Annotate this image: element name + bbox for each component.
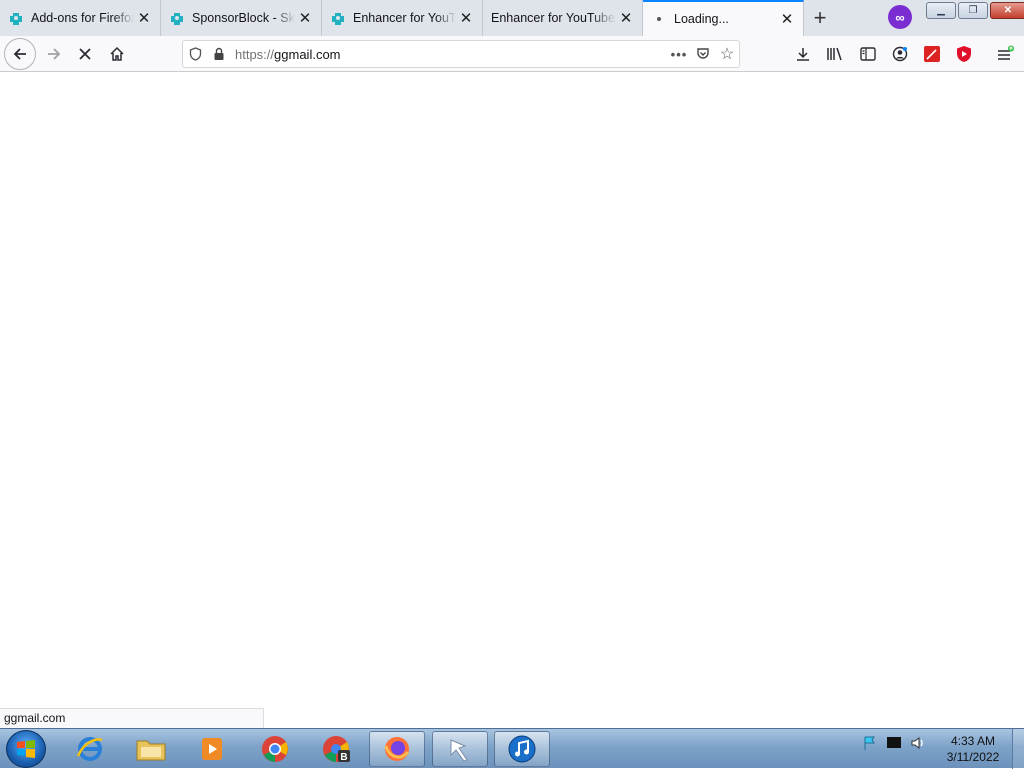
folder-icon <box>136 740 166 761</box>
clock-date: 3/11/2022 <box>946 750 1000 764</box>
home-button[interactable] <box>103 40 131 68</box>
start-button[interactable] <box>6 730 46 768</box>
home-icon <box>110 46 124 61</box>
internet-explorer-icon <box>76 737 103 761</box>
tab-title: SponsorBlock - Skip <box>192 11 295 25</box>
hamburger-menu-icon <box>998 45 1014 60</box>
red-pen-extension-icon <box>924 46 940 62</box>
tab-enhancer-1[interactable]: Enhancer for YouTube ✕ <box>322 0 483 36</box>
pocket-icon[interactable] <box>691 42 715 66</box>
page-content <box>0 73 1024 728</box>
taskbar-explorer[interactable] <box>123 731 179 767</box>
stop-button[interactable] <box>71 40 99 68</box>
back-arrow-icon <box>13 48 26 60</box>
close-tab-icon[interactable]: ✕ <box>456 8 476 28</box>
tab-title: Enhancer for YouTube™ <box>491 11 616 25</box>
taskbar-app-pin[interactable] <box>432 731 488 767</box>
taskbar-clock[interactable]: 4:33 AM 3/11/2022 <box>940 733 1006 765</box>
new-tab-button[interactable]: + <box>806 4 834 32</box>
taskbar: B 4:33 AM 3/11/2022 <box>0 728 1024 769</box>
tab-sponsorblock[interactable]: SponsorBlock - Skip ✕ <box>161 0 322 36</box>
forward-button[interactable] <box>40 40 68 68</box>
library-button[interactable] <box>821 40 849 68</box>
status-panel: ggmail.com <box>0 708 264 728</box>
window-controls: ▁ ❐ ✕ <box>926 2 1024 19</box>
sidebar-button[interactable] <box>854 40 882 68</box>
tab-title: Add-ons for Firefox <box>31 11 134 25</box>
tab-enhancer-2[interactable]: Enhancer for YouTube™ ✕ <box>483 0 643 36</box>
close-tab-icon[interactable]: ✕ <box>134 8 154 28</box>
maximize-button[interactable]: ❐ <box>958 2 988 19</box>
close-tab-icon[interactable]: ✕ <box>777 9 797 29</box>
windows-logo-icon <box>17 740 35 758</box>
tab-title: Loading... <box>674 12 729 26</box>
close-tab-icon[interactable]: ✕ <box>616 8 636 28</box>
library-icon <box>827 47 842 61</box>
show-desktop-button[interactable] <box>1012 729 1024 769</box>
navigation-toolbar: https://ggmail.com ••• ☆ <box>0 36 1024 72</box>
close-tab-icon[interactable]: ✕ <box>295 8 315 28</box>
private-browsing-icon: ∞ <box>888 5 912 29</box>
svg-text:B: B <box>340 752 347 763</box>
taskbar-firefox[interactable] <box>369 731 425 767</box>
taskbar-itunes[interactable] <box>494 731 550 767</box>
chrome-icon <box>262 736 288 762</box>
puzzle-icon <box>169 10 185 26</box>
account-icon <box>892 46 908 62</box>
clock-time: 4:33 AM <box>950 734 996 748</box>
puzzle-icon <box>330 10 346 26</box>
extension-youtube-button[interactable] <box>950 40 978 68</box>
puzzle-icon <box>8 10 24 26</box>
media-player-icon <box>202 738 222 760</box>
back-button[interactable] <box>4 38 36 70</box>
taskbar-media-player[interactable] <box>184 731 240 767</box>
taskbar-internet-explorer[interactable] <box>62 731 118 767</box>
firefox-icon <box>384 737 410 761</box>
downloads-button[interactable] <box>789 40 817 68</box>
display-icon[interactable] <box>886 735 902 754</box>
red-shield-play-icon <box>957 46 971 62</box>
lock-icon[interactable] <box>207 42 231 66</box>
chrome-beta-icon: B <box>323 736 350 763</box>
action-center-flag-icon[interactable] <box>862 735 878 754</box>
system-tray <box>862 735 926 754</box>
itunes-icon <box>508 735 536 763</box>
menu-button[interactable] <box>991 40 1019 68</box>
sidebar-icon <box>860 47 876 61</box>
url-bar[interactable]: https://ggmail.com ••• ☆ <box>182 40 740 68</box>
stop-icon <box>79 48 91 60</box>
minimize-button[interactable]: ▁ <box>926 2 956 19</box>
tab-loading[interactable]: Loading... ✕ <box>643 0 804 36</box>
download-icon <box>797 48 809 61</box>
page-actions-icon[interactable]: ••• <box>667 42 691 66</box>
shield-icon[interactable] <box>183 42 207 66</box>
url-text[interactable]: https://ggmail.com <box>235 47 667 62</box>
tab-strip: Add-ons for Firefox ✕ SponsorBlock - Ski… <box>0 0 1024 36</box>
taskbar-chrome[interactable] <box>247 731 303 767</box>
tab-title: Enhancer for YouTube <box>353 11 456 25</box>
bookmark-star-icon[interactable]: ☆ <box>715 42 739 66</box>
loading-dot-icon <box>651 11 667 27</box>
volume-icon[interactable] <box>910 735 926 754</box>
tab-addons[interactable]: Add-ons for Firefox ✕ <box>0 0 161 36</box>
forward-arrow-icon <box>48 48 61 60</box>
taskbar-chrome-beta[interactable]: B <box>308 731 364 767</box>
extension-pdf-button[interactable] <box>918 40 946 68</box>
close-window-button[interactable]: ✕ <box>990 2 1024 19</box>
account-button[interactable] <box>886 40 914 68</box>
pin-tool-icon <box>450 739 468 762</box>
